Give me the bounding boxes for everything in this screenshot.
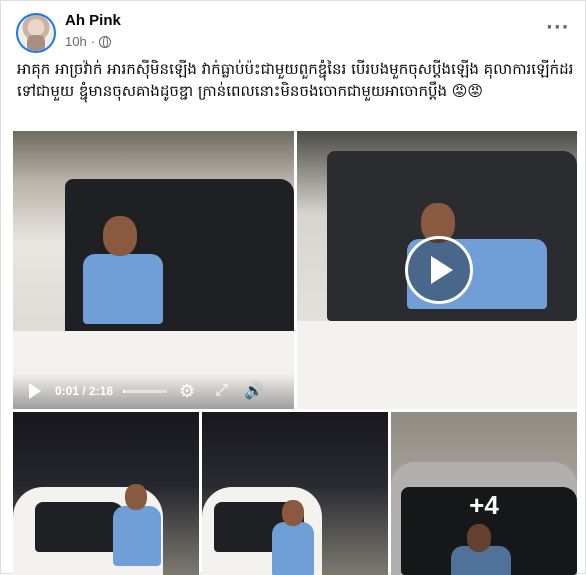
video-time: 0:01 / 2:18 xyxy=(55,384,114,398)
post-meta: 10h · xyxy=(65,34,112,49)
photo-thumbnail-1[interactable] xyxy=(13,412,199,575)
globe-icon xyxy=(99,35,112,48)
more-options-icon[interactable]: ··· xyxy=(546,17,570,38)
video-progress-bar[interactable] xyxy=(123,389,168,393)
play-button[interactable] xyxy=(405,236,473,304)
video-progress-fill xyxy=(123,389,126,393)
post-card: Ah Pink 10h · ··· អាគុក អាច្រវ៉ាក់ អារកស… xyxy=(0,0,586,575)
car-door xyxy=(297,321,577,409)
more-photos-overlay[interactable]: +4 xyxy=(391,412,577,575)
play-icon[interactable] xyxy=(29,383,41,399)
meta-separator: · xyxy=(90,34,96,49)
timestamp[interactable]: 10h xyxy=(65,34,87,49)
avatar[interactable] xyxy=(16,13,56,53)
author-name[interactable]: Ah Pink xyxy=(65,12,121,29)
photo-thumbnail-2[interactable] xyxy=(202,412,388,575)
video-thumbnail[interactable] xyxy=(13,131,294,409)
play-icon xyxy=(431,256,453,284)
gear-icon[interactable]: ⚙ xyxy=(179,382,195,400)
post-caption: អាគុក អាច្រវ៉ាក់ អារកស៊ីមិនឡើង វាក់ធ្លាប… xyxy=(17,60,574,100)
volume-icon[interactable]: 🔊 xyxy=(244,381,264,401)
expand-icon[interactable]: ⤢ xyxy=(215,382,228,400)
video-controls: 0:01 / 2:18 ⚙ ⤢ 🔊 xyxy=(13,373,294,409)
car-window xyxy=(35,502,125,552)
